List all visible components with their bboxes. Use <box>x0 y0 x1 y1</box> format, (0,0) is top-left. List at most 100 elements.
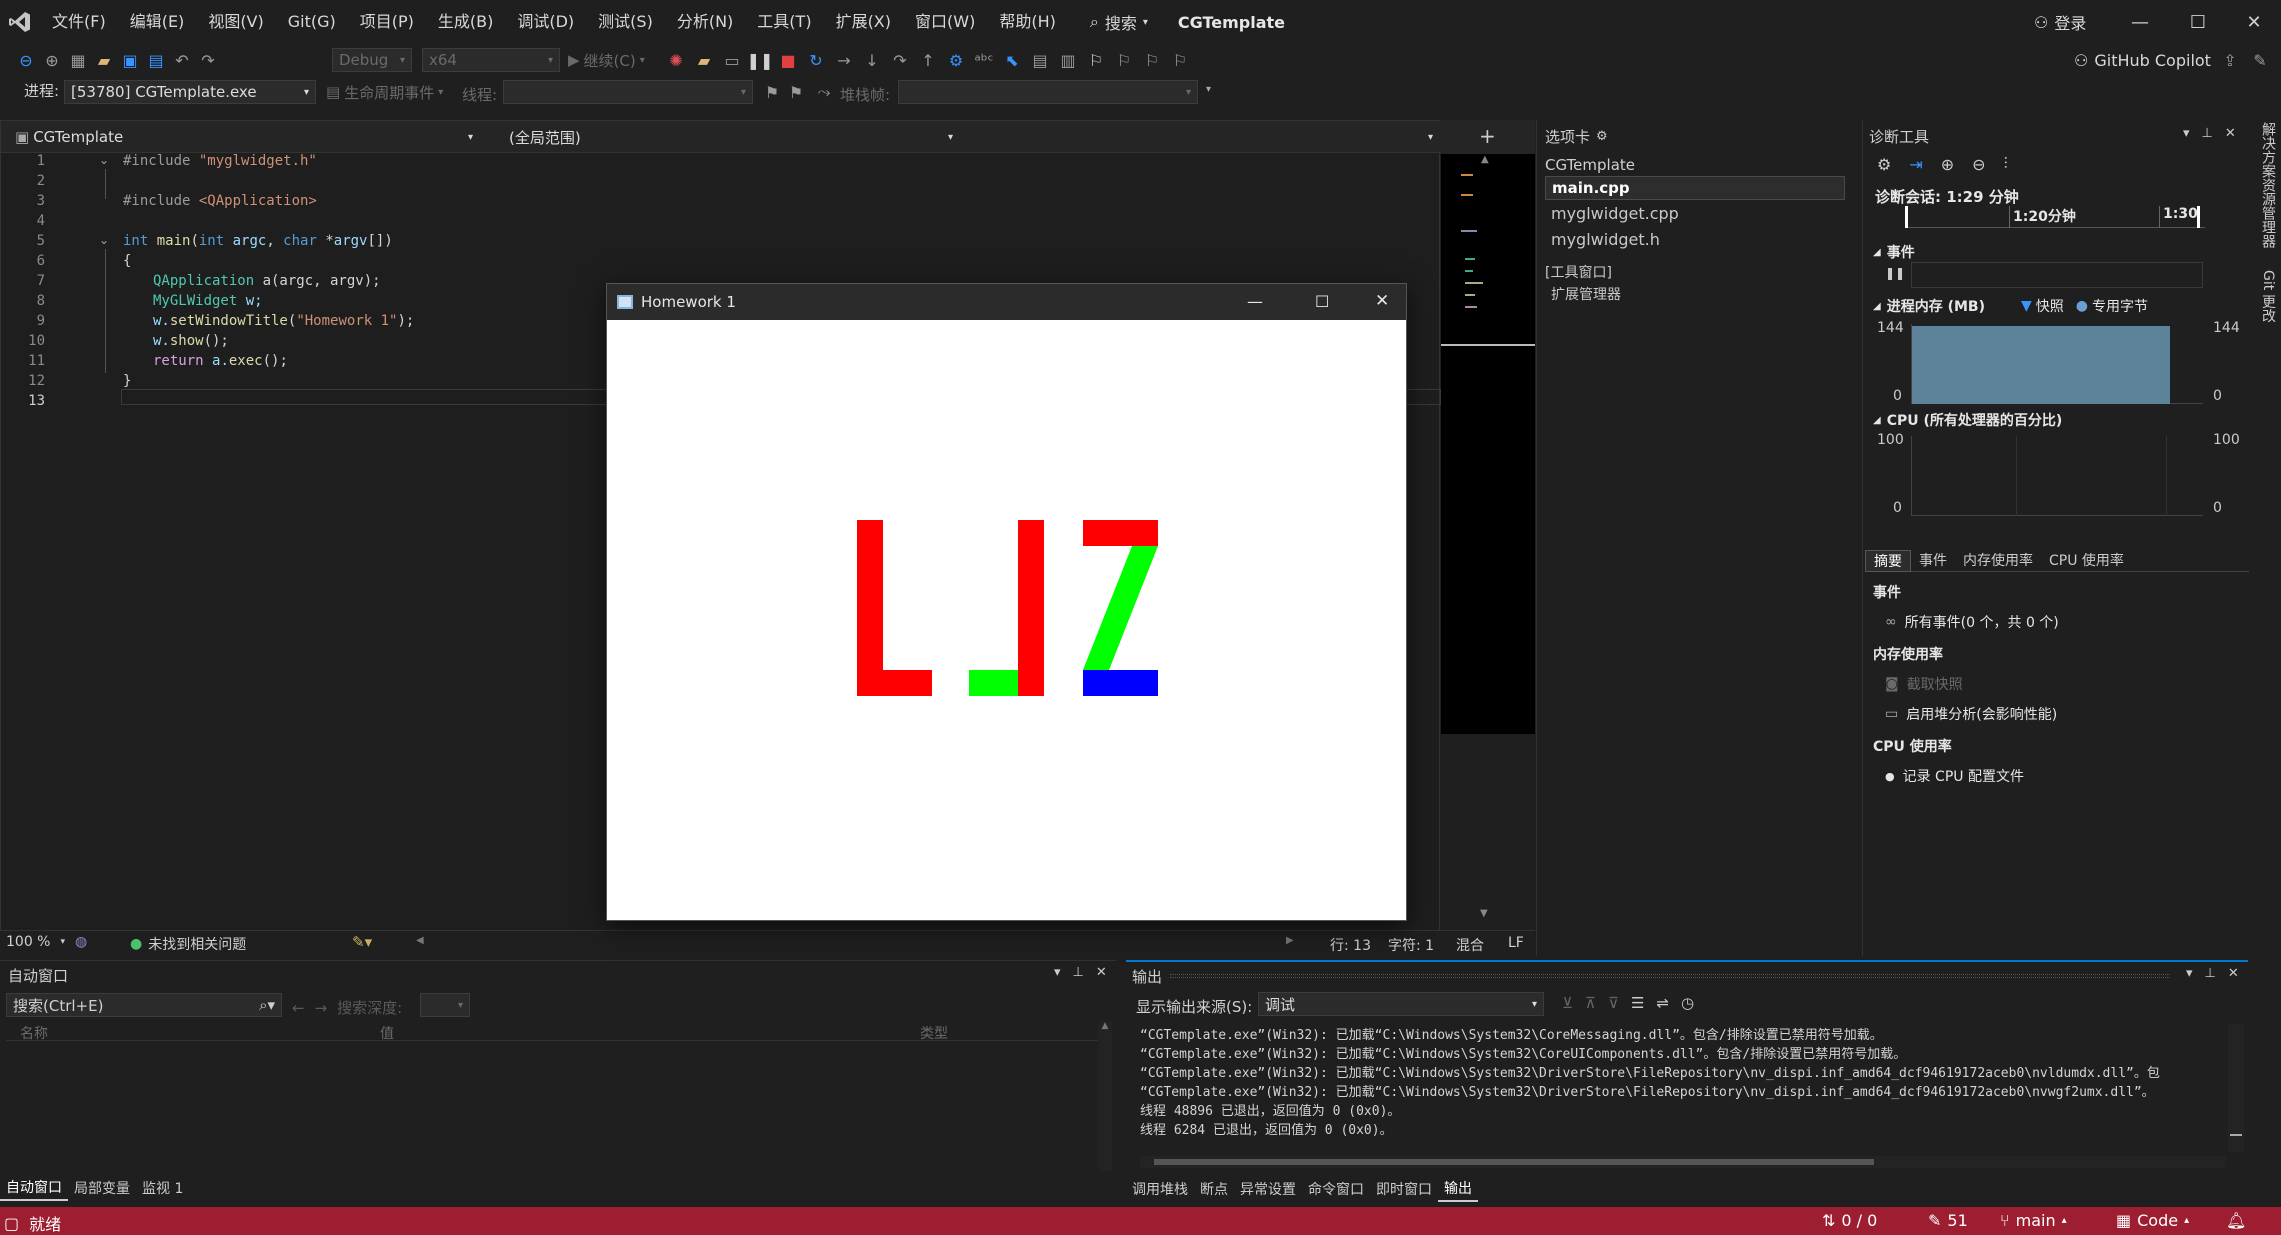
stop-icon[interactable]: ■ <box>776 48 800 72</box>
minimap-viewport[interactable] <box>1441 344 1535 346</box>
diagnostics-icon[interactable]: ⚙ <box>944 48 968 72</box>
column-value[interactable]: 值 <box>380 1023 394 1043</box>
maximize-button[interactable]: ☐ <box>2169 0 2227 44</box>
close-icon[interactable]: ✕ <box>2225 126 2236 141</box>
lifecycle-events-button[interactable]: ▤ 生命周期事件 ▾ <box>326 80 443 104</box>
scroll-down-icon[interactable]: ▼ <box>1480 908 1488 919</box>
tab-myglwidget-h[interactable]: myglwidget.h <box>1551 230 1660 249</box>
feedback-icon[interactable]: ✎ <box>2248 48 2272 72</box>
zoom-out-icon[interactable]: ⊖ <box>1972 155 1985 174</box>
line-ending-indicator[interactable]: LF <box>1508 935 1524 951</box>
close-icon[interactable]: ✕ <box>1096 965 1107 980</box>
step-over-icon[interactable]: ↷ <box>888 48 912 72</box>
branch-selector[interactable]: ⑂ main ▴ <box>2000 1211 2067 1230</box>
column-name[interactable]: 名称 <box>20 1023 48 1043</box>
menu-view[interactable]: 视图(V) <box>196 0 275 44</box>
pause-events-icon[interactable]: ❚❚ <box>1885 266 1905 280</box>
find-message-icon[interactable]: ⊻ <box>1562 994 1573 1012</box>
menu-edit[interactable]: 编辑(E) <box>118 0 197 44</box>
hot-reload-icon[interactable]: ✺ <box>664 48 688 72</box>
search-depth-select[interactable]: ▾ <box>420 993 470 1017</box>
output-horizontal-scrollbar[interactable] <box>1140 1156 2226 1168</box>
minimize-button[interactable]: — <box>2111 0 2169 44</box>
clear-all-icon[interactable]: ☰ <box>1631 994 1644 1012</box>
process-select[interactable]: [53780] CGTemplate.exe ▾ <box>64 80 316 104</box>
sync-indicator[interactable]: ⇅ 0 / 0 <box>1822 1211 1877 1230</box>
step-into-icon[interactable]: ↓ <box>860 48 884 72</box>
search-forward-icon[interactable]: → <box>315 999 328 1017</box>
cleanup-icon[interactable]: ✎▾ <box>352 933 372 951</box>
tab-myglwidget-cpp[interactable]: myglwidget.cpp <box>1551 204 1679 223</box>
tab-output[interactable]: 输出 <box>1438 1176 1478 1202</box>
tab-call-stack[interactable]: 调用堆栈 <box>1126 1177 1194 1201</box>
homework-maximize-button[interactable]: ☐ <box>1315 292 1329 311</box>
stack-icon[interactable]: ⤳ <box>812 80 836 104</box>
gear-icon[interactable]: ⚙ <box>1596 129 1608 144</box>
search-box[interactable]: ⌕ 搜索 ▾ <box>1082 7 1156 37</box>
dropdown-icon[interactable]: ▾ <box>2183 126 2190 141</box>
flag-threads-icon[interactable]: ⚑ <box>784 80 808 104</box>
flag-icon[interactable]: ⚑ <box>760 80 784 104</box>
tab-immediate-window[interactable]: 即时窗口 <box>1370 1177 1438 1201</box>
spell-check-icon[interactable]: ᵃᵇᶜ <box>972 48 996 72</box>
stackframe-select[interactable]: ▾ <box>898 80 1198 104</box>
take-snapshot-button[interactable]: ◙ 截取快照 <box>1885 674 1963 694</box>
search-back-icon[interactable]: ← <box>292 999 305 1017</box>
tab-main-cpp[interactable]: main.cpp <box>1545 176 1845 200</box>
pin-icon[interactable]: ⊥ <box>1073 965 1084 980</box>
signin-button[interactable]: ⚇ 登录 <box>2034 10 2086 34</box>
solution-explorer-tab[interactable]: 解决方案资源管理器 <box>2258 122 2278 248</box>
tab-command-window[interactable]: 命令窗口 <box>1302 1177 1370 1201</box>
bookmark-icon[interactable]: ⚐ <box>1084 48 1108 72</box>
close-button[interactable]: ✕ <box>2225 0 2281 44</box>
clear-bookmarks-icon[interactable]: ⚐ <box>1168 48 1192 72</box>
continue-button[interactable]: ▶ 继续(C) ▾ <box>568 48 645 72</box>
member-select[interactable]: ▾ <box>967 123 1441 151</box>
tab-breakpoints[interactable]: 断点 <box>1194 1177 1234 1201</box>
split-add-icon[interactable]: + <box>1479 124 1496 148</box>
next-message-icon[interactable]: ⊽ <box>1608 994 1619 1012</box>
back-icon[interactable]: ⊖ <box>14 48 38 72</box>
notifications-bell-icon[interactable]: 🔔︎ <box>2226 1211 2246 1230</box>
tab-exception-settings[interactable]: 异常设置 <box>1234 1177 1302 1201</box>
homework-window[interactable]: Homework 1 — ☐ ✕ <box>606 283 1407 921</box>
zoom-in-icon[interactable]: ⊕ <box>1941 155 1954 174</box>
pin-icon[interactable]: ⊥ <box>2205 966 2216 981</box>
thread-select[interactable]: ▾ <box>503 80 753 104</box>
record-cpu-button[interactable]: ● 记录 CPU 配置文件 <box>1885 766 2024 786</box>
autos-search-input[interactable]: 搜索(Ctrl+E) ⌕▾ <box>6 993 282 1017</box>
git-changes-tab[interactable]: Git 更改 <box>2258 270 2278 323</box>
vertical-scrollbar[interactable]: ▲ <box>1098 1021 1112 1171</box>
menu-tools[interactable]: 工具(T) <box>745 0 823 44</box>
collapse-icon[interactable]: ◢ <box>1873 247 1881 258</box>
save-icon[interactable]: ▣ <box>118 48 142 72</box>
menu-extensions[interactable]: 扩展(X) <box>824 0 903 44</box>
close-icon[interactable]: ✕ <box>2228 966 2239 981</box>
dropdown-icon[interactable]: ▾ <box>1054 965 1061 980</box>
tab-cpu[interactable]: CPU 使用率 <box>2041 550 2132 572</box>
save-all-icon[interactable]: ▤ <box>144 48 168 72</box>
step-out-icon[interactable]: ↑ <box>916 48 940 72</box>
menu-analyze[interactable]: 分析(N) <box>665 0 745 44</box>
menu-git[interactable]: Git(G) <box>276 0 348 44</box>
minimap[interactable]: ▲ <box>1441 154 1535 734</box>
export-icon[interactable]: ⇥ <box>1909 155 1922 174</box>
menu-build[interactable]: 生成(B) <box>426 0 505 44</box>
line-indicator[interactable]: 行: 13 <box>1330 935 1371 955</box>
share-icon[interactable]: ⇪ <box>2218 48 2242 72</box>
prev-bookmark-icon[interactable]: ⚐ <box>1112 48 1136 72</box>
tab-extension-manager[interactable]: 扩展管理器 <box>1551 284 1621 304</box>
project-select[interactable]: ▣ CGTemplate ▾ <box>7 123 481 151</box>
drag-handle[interactable] <box>1170 974 2170 978</box>
output-text[interactable]: “CGTemplate.exe”(Win32): 已加载“C:\Windows\… <box>1140 1026 2220 1140</box>
menu-test[interactable]: 测试(S) <box>586 0 665 44</box>
timeline-ruler[interactable]: 1:20分钟 1:30 <box>1905 206 2205 228</box>
prev-message-icon[interactable]: ⊼ <box>1585 994 1596 1012</box>
timestamp-icon[interactable]: ◷ <box>1681 994 1694 1012</box>
heap-profiling-button[interactable]: ▭ 启用堆分析(会影响性能) <box>1885 704 2057 724</box>
layout-icon[interactable]: ▭ <box>720 48 744 72</box>
select-icon[interactable]: ⬉ <box>1000 48 1024 72</box>
next-bookmark-icon[interactable]: ⚐ <box>1140 48 1164 72</box>
toolbar-overflow-icon[interactable]: ▾ <box>1206 84 1211 95</box>
code-area[interactable]: #include "myglwidget.h" #include <QAppli… <box>123 151 414 411</box>
